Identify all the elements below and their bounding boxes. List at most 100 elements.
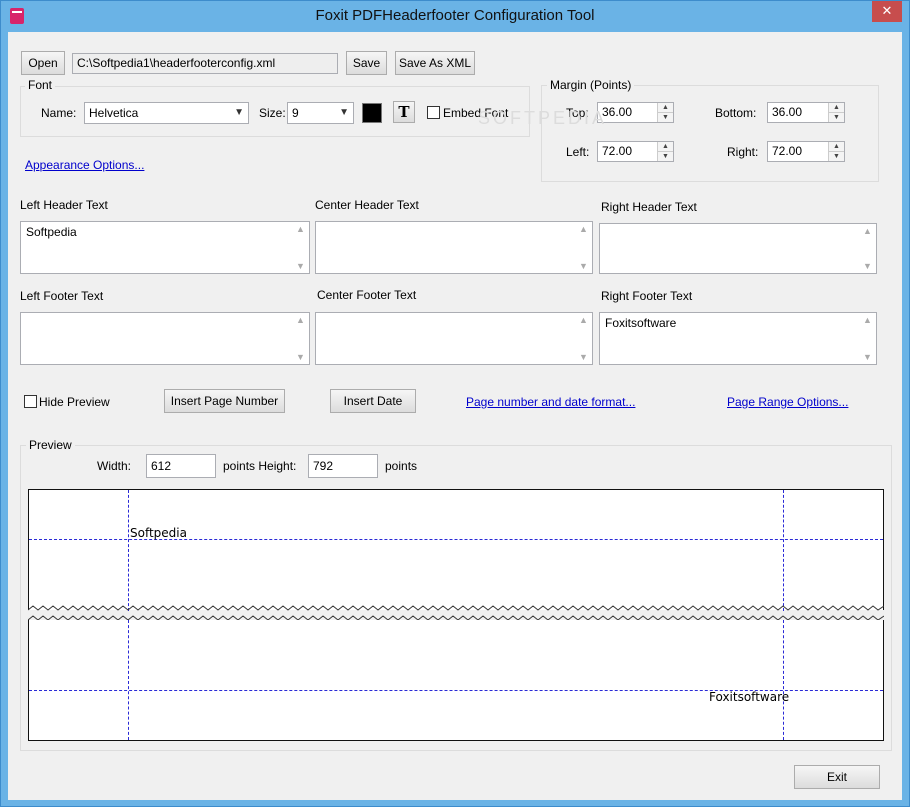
hide-preview-checkbox[interactable] <box>24 395 37 408</box>
config-path-field[interactable]: C:\Softpedia1\headerfooterconfig.xml <box>72 53 338 74</box>
left-margin-guide <box>128 490 129 611</box>
scroll-up-icon[interactable]: ▲ <box>293 224 308 234</box>
font-name-value: Helvetica <box>89 106 139 120</box>
center-header-label: Center Header Text <box>315 198 419 212</box>
margin-left-spinner[interactable]: 72.00 ▲ ▼ <box>597 141 674 162</box>
hide-preview-label: Hide Preview <box>39 395 110 409</box>
spin-up-icon[interactable]: ▲ <box>829 103 844 113</box>
scroll-down-icon[interactable]: ▼ <box>293 261 308 271</box>
margin-group-label: Margin (Points) <box>547 78 635 92</box>
page-number-date-format-link[interactable]: Page number and date format... <box>466 395 635 409</box>
save-as-xml-button[interactable]: Save As XML <box>395 51 475 75</box>
right-header-label: Right Header Text <box>601 200 697 214</box>
margin-top-spinner[interactable]: 36.00 ▲ ▼ <box>597 102 674 123</box>
left-header-label: Left Header Text <box>20 198 108 212</box>
margin-bottom-value: 36.00 <box>772 105 803 119</box>
preview-group-label: Preview <box>26 438 75 452</box>
open-button[interactable]: Open <box>21 51 65 75</box>
text-style-button[interactable]: T <box>393 101 415 123</box>
right-footer-label: Right Footer Text <box>601 289 693 303</box>
center-header-textarea[interactable]: ▲ ▼ <box>315 221 593 274</box>
scrollbar[interactable]: ▲ ▼ <box>860 314 875 363</box>
font-name-label: Name: <box>41 106 77 120</box>
appearance-options-link[interactable]: Appearance Options... <box>25 158 144 172</box>
left-header-textarea[interactable]: Softpedia ▲ ▼ <box>20 221 310 274</box>
scrollbar[interactable]: ▲ ▼ <box>293 314 308 363</box>
insert-date-button[interactable]: Insert Date <box>330 389 416 413</box>
right-margin-guide <box>783 490 784 611</box>
softpedia-watermark: SOFTPEDIA <box>478 108 608 128</box>
spin-down-icon[interactable]: ▼ <box>658 152 673 162</box>
preview-points-label: points <box>385 459 418 473</box>
preview-header-text: Softpedia <box>130 526 187 540</box>
margin-left-value: 72.00 <box>602 144 633 158</box>
scroll-down-icon[interactable]: ▼ <box>293 352 308 362</box>
spin-down-icon[interactable]: ▼ <box>829 113 844 123</box>
right-footer-textarea[interactable]: Foxitsoftware ▲ ▼ <box>599 312 877 365</box>
left-footer-label: Left Footer Text <box>20 289 104 303</box>
spin-buttons[interactable]: ▲ ▼ <box>657 103 673 122</box>
scroll-up-icon[interactable]: ▲ <box>576 224 591 234</box>
preview-width-field[interactable]: 612 <box>146 454 216 478</box>
chevron-down-icon: ▼ <box>339 107 349 118</box>
margin-right-label: Right: <box>727 145 759 159</box>
spin-up-icon[interactable]: ▲ <box>658 103 673 113</box>
window-title: Foxit PDFHeaderfooter Configuration Tool <box>315 7 595 24</box>
scroll-down-icon[interactable]: ▼ <box>576 352 591 362</box>
center-footer-label: Center Footer Text <box>317 288 417 302</box>
font-color-swatch[interactable] <box>362 103 382 123</box>
spin-down-icon[interactable]: ▼ <box>829 152 844 162</box>
scrollbar[interactable]: ▲ ▼ <box>576 223 591 272</box>
margin-bottom-spinner[interactable]: 36.00 ▲ ▼ <box>767 102 845 123</box>
font-size-value: 9 <box>292 106 299 120</box>
spin-up-icon[interactable]: ▲ <box>658 142 673 152</box>
left-margin-guide <box>128 620 129 740</box>
font-group-label: Font <box>25 78 56 92</box>
margin-bottom-label: Bottom: <box>715 106 757 120</box>
margin-left-label: Left: <box>566 145 590 159</box>
chevron-down-icon: ▼ <box>234 107 244 118</box>
embed-font-checkbox[interactable] <box>427 106 440 119</box>
scroll-up-icon[interactable]: ▲ <box>293 315 308 325</box>
scroll-down-icon[interactable]: ▼ <box>860 261 875 271</box>
preview-page-bottom: Foxitsoftware <box>28 620 884 741</box>
title-bar[interactable]: Foxit PDFHeaderfooter Configuration Tool… <box>1 1 909 32</box>
left-header-value: Softpedia <box>26 225 77 239</box>
scrollbar[interactable]: ▲ ▼ <box>576 314 591 363</box>
scrollbar[interactable]: ▲ ▼ <box>860 225 875 272</box>
preview-footer-text: Foxitsoftware <box>709 690 790 704</box>
right-footer-value: Foxitsoftware <box>605 316 677 330</box>
save-button[interactable]: Save <box>346 51 387 75</box>
preview-width-label: Width: <box>97 459 132 473</box>
font-name-select[interactable]: Helvetica ▼ <box>84 102 249 124</box>
app-window: Foxit PDFHeaderfooter Configuration Tool… <box>0 0 910 807</box>
spin-up-icon[interactable]: ▲ <box>829 142 844 152</box>
spin-buttons[interactable]: ▲ ▼ <box>657 142 673 161</box>
scrollbar[interactable]: ▲ ▼ <box>293 223 308 272</box>
client-area: Open C:\Softpedia1\headerfooterconfig.xm… <box>8 32 902 800</box>
preview-page-top: Softpedia <box>28 489 884 611</box>
margin-right-value: 72.00 <box>772 144 803 158</box>
preview-height-field[interactable]: 792 <box>308 454 378 478</box>
spin-buttons[interactable]: ▲ ▼ <box>828 103 844 122</box>
center-footer-textarea[interactable]: ▲ ▼ <box>315 312 593 365</box>
scroll-down-icon[interactable]: ▼ <box>860 352 875 362</box>
spin-down-icon[interactable]: ▼ <box>658 113 673 123</box>
spin-buttons[interactable]: ▲ ▼ <box>828 142 844 161</box>
close-button[interactable]: ✕ <box>872 1 902 22</box>
scroll-up-icon[interactable]: ▲ <box>576 315 591 325</box>
preview-height-label: points Height: <box>223 459 297 473</box>
font-size-select[interactable]: 9 ▼ <box>287 102 354 124</box>
scroll-down-icon[interactable]: ▼ <box>576 261 591 271</box>
margin-group <box>541 85 879 182</box>
right-margin-guide <box>783 620 784 740</box>
left-footer-textarea[interactable]: ▲ ▼ <box>20 312 310 365</box>
scroll-up-icon[interactable]: ▲ <box>860 226 875 236</box>
insert-page-number-button[interactable]: Insert Page Number <box>164 389 285 413</box>
scroll-up-icon[interactable]: ▲ <box>860 315 875 325</box>
margin-right-spinner[interactable]: 72.00 ▲ ▼ <box>767 141 845 162</box>
exit-button[interactable]: Exit <box>794 765 880 789</box>
page-range-options-link[interactable]: Page Range Options... <box>727 395 848 409</box>
right-header-textarea[interactable]: ▲ ▼ <box>599 223 877 274</box>
font-size-label: Size: <box>259 106 286 120</box>
